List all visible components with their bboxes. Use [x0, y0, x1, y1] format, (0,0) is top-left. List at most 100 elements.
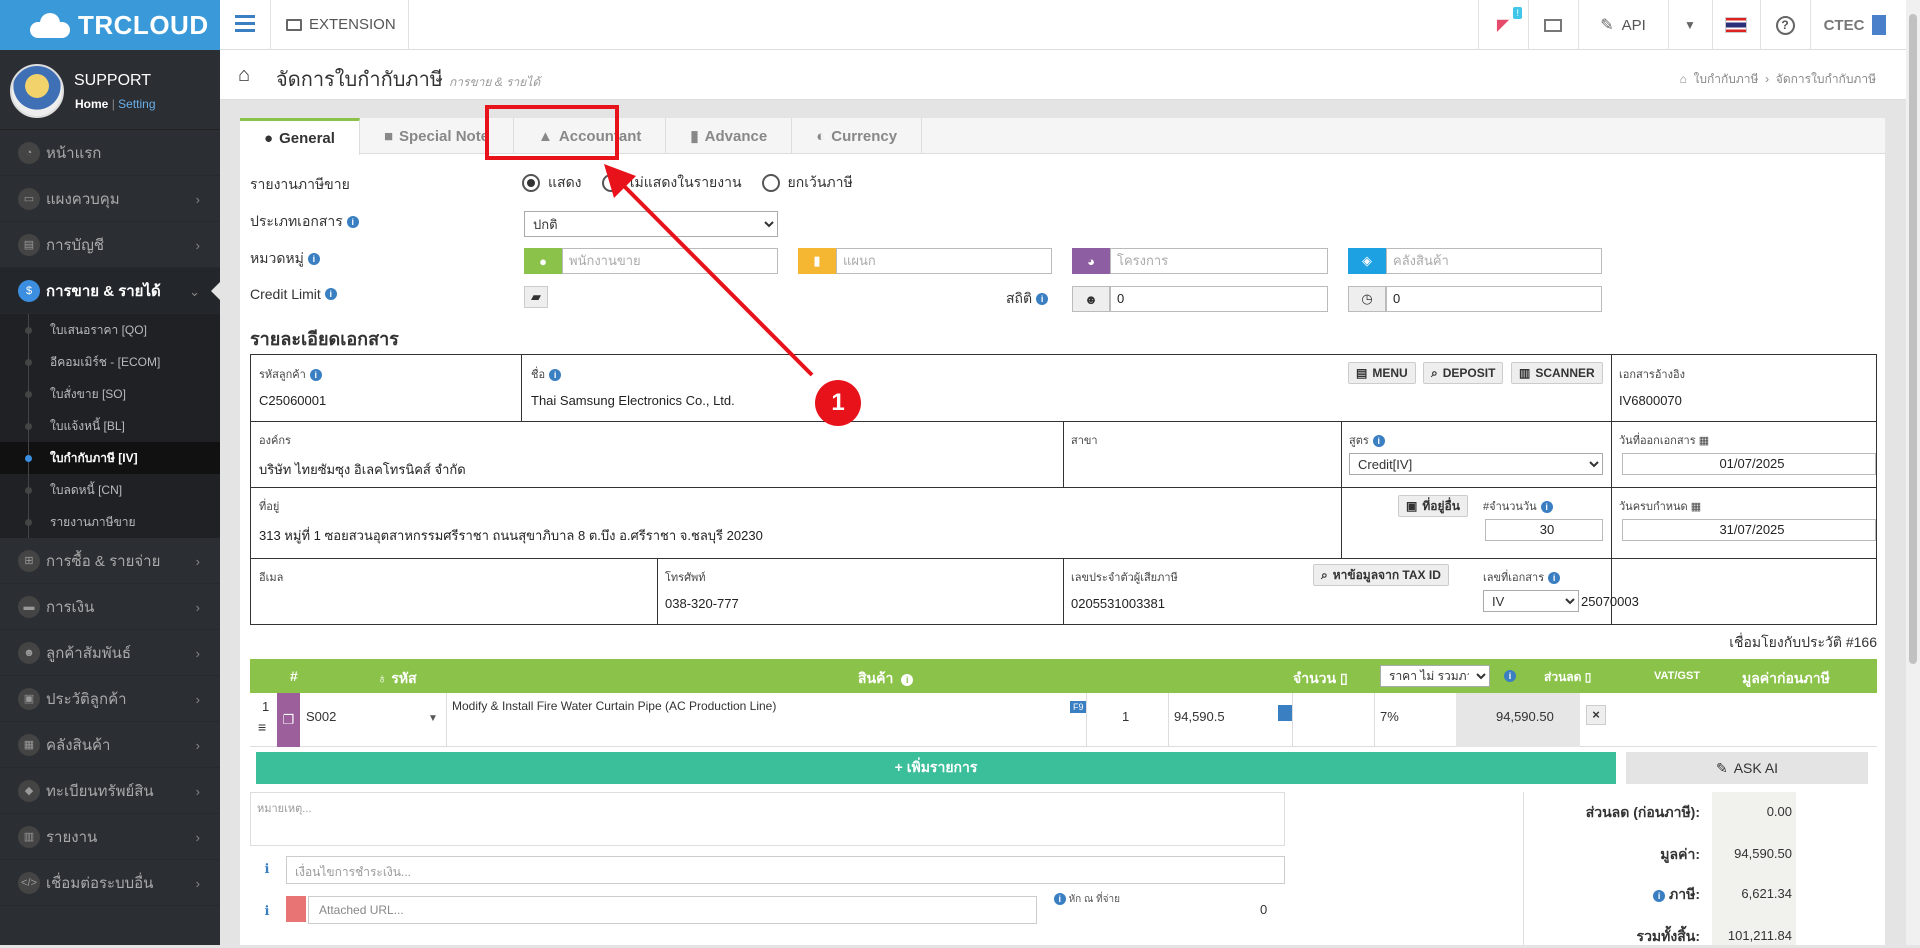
trash-icon: ▯	[1339, 670, 1348, 686]
sidebar: SUPPORT Home | Setting ◔ หน้าแรก ▭ แผงควบค…	[0, 50, 220, 945]
sidebar-item-accounting[interactable]: ▤ การบัญชี ›	[0, 222, 220, 268]
row-number: 1	[262, 699, 270, 714]
info-icon: i	[309, 369, 322, 381]
radio-tax-exempt[interactable]	[761, 174, 780, 192]
reference-value: IV6800070	[1619, 393, 1682, 408]
f9-tag[interactable]: F9	[1070, 701, 1087, 713]
sidebar-item-ecommerce[interactable]: อีคอมเมิร์ช - [ECOM]	[0, 346, 220, 378]
remove-row-icon[interactable]: ×	[1586, 705, 1606, 725]
doc-prefix-select[interactable]: IV	[1483, 590, 1579, 612]
value-value: 94,590.50	[1734, 846, 1792, 861]
phone-value[interactable]: 038-320-777	[665, 596, 739, 611]
folder-open-icon[interactable]: ▰	[524, 286, 548, 308]
sidebar-item-billing[interactable]: ใบแจ้งหนี้ [BL]	[0, 410, 220, 442]
copy-icon[interactable]: ❐	[277, 693, 300, 747]
info-square-icon: ▮	[690, 128, 699, 145]
mail-button[interactable]	[1528, 0, 1578, 50]
notification-button[interactable]: ◤ !	[1478, 0, 1528, 50]
attached-url-input[interactable]: Attached URL...	[308, 896, 1037, 924]
drag-handle-icon[interactable]: ≡	[258, 719, 266, 735]
sidebar-item-inventory[interactable]: ▦ คลังสินค้า ›	[0, 722, 220, 768]
item-vat[interactable]: 7%	[1380, 709, 1399, 724]
project-input[interactable]: โครงการ	[1110, 248, 1328, 274]
tab-advance[interactable]: ▮ Advance	[666, 118, 793, 154]
other-address-button[interactable]: ▣ ที่อยู่อื่น	[1398, 495, 1468, 517]
sidebar-item-control-panel[interactable]: ▭ แผงควบคุม ›	[0, 176, 220, 222]
linked-history-text[interactable]: เชื่อมโยงกับประวัติ #166	[1729, 632, 1877, 654]
thai-flag-icon	[1725, 17, 1747, 33]
sidebar-item-purchase[interactable]: ⊞ การซื้อ & รายจ่าย ›	[0, 538, 220, 584]
item-product[interactable]: Modify & Install Fire Water Curtain Pipe…	[452, 699, 776, 713]
address-value[interactable]: 313 หมู่ที่ 1 ซอยสวนอุตสาหกรรมศรีราชา ถน…	[259, 525, 763, 546]
radio-show[interactable]	[522, 174, 540, 192]
department-input[interactable]: แผนก	[836, 248, 1052, 274]
tax-lookup-button[interactable]: ⌕ หาข้อมูลจาก TAX ID	[1313, 564, 1449, 586]
setting-link[interactable]: Setting	[118, 97, 155, 111]
calculator-icon[interactable]	[1278, 705, 1292, 721]
avatar[interactable]	[10, 64, 64, 118]
days-input[interactable]: 30	[1485, 519, 1603, 541]
deposit-button[interactable]: ⌕ DEPOSIT	[1423, 362, 1504, 384]
warehouse-input[interactable]: คลังสินค้า	[1386, 248, 1602, 274]
sidebar-item-sales-order[interactable]: ใบสั่งขาย [SO]	[0, 378, 220, 410]
home-link[interactable]: Home	[75, 97, 108, 111]
item-qty[interactable]: 1	[1122, 709, 1129, 724]
breadcrumb-current: จัดการใบกำกับภาษี	[1775, 72, 1876, 86]
item-code[interactable]: S002	[306, 709, 336, 724]
sidebar-item-integrations[interactable]: </> เชื่อมต่อระบบอื่น ›	[0, 860, 220, 906]
page-scrollbar[interactable]	[1906, 0, 1920, 945]
scanner-button[interactable]: ▥ SCANNER	[1511, 362, 1603, 384]
department-icon: ▮	[798, 248, 836, 274]
sidebar-item-assets[interactable]: ◆ ทะเบียนทรัพย์สิน ›	[0, 768, 220, 814]
caret-down-icon[interactable]: ▼	[428, 713, 438, 724]
dropbox-icon[interactable]	[286, 896, 306, 922]
language-button[interactable]	[1712, 0, 1760, 50]
sidebar-item-home[interactable]: ◔ หน้าแรก	[0, 130, 220, 176]
phone-label: โทรศัพท์	[665, 572, 706, 584]
sidebar-item-crm[interactable]: ☻ ลูกค้าสัมพันธ์ ›	[0, 630, 220, 676]
sidebar-item-reports[interactable]: ▥ รายงาน ›	[0, 814, 220, 860]
tab-general[interactable]: ● General	[240, 118, 360, 155]
trcloud-logo[interactable]: TRCLOUD	[0, 0, 220, 50]
dropdown-button[interactable]: ▼	[1668, 0, 1712, 50]
customer-name[interactable]: Thai Samsung Electronics Co., Ltd.	[531, 393, 735, 408]
sidebar-item-customer-history[interactable]: ▣ ประวัติลูกค้า ›	[0, 676, 220, 722]
extension-button[interactable]: EXTENSION	[286, 16, 396, 33]
radio-hide[interactable]	[601, 174, 620, 192]
sidebar-item-sales[interactable]: $ การขาย & รายได้ ⌄	[0, 268, 220, 314]
user-icon: ●	[524, 248, 562, 274]
users-icon: ☻	[1072, 286, 1110, 312]
doc-type-select[interactable]: ปกติ	[524, 211, 778, 237]
formula-select[interactable]: Credit[IV]	[1349, 453, 1603, 475]
tax-id-value[interactable]: 0205531003381	[1071, 596, 1165, 611]
doc-section-title: รายละเอียดเอกสาร	[250, 329, 399, 349]
help-button[interactable]: ?	[1760, 0, 1810, 50]
menu-button[interactable]: ▤ MENU	[1348, 362, 1416, 384]
credit-limit-label: Credit Limit i	[250, 286, 337, 302]
sidebar-item-credit-note[interactable]: ใบลดหนี้ [CN]	[0, 474, 220, 506]
ask-ai-button[interactable]: ✎ ASK AI	[1626, 752, 1868, 784]
payment-terms-input[interactable]: เงื่อนไขการชำระเงิน...	[286, 856, 1285, 884]
home-icon[interactable]: ⌂	[238, 64, 250, 87]
price-mode-select[interactable]: ราคา ไม่ รวมภาษี	[1380, 665, 1490, 687]
salesperson-input[interactable]: พนักงานขาย	[562, 248, 778, 274]
menu-toggle-icon[interactable]	[235, 15, 255, 33]
sidebar-item-sales-tax-report[interactable]: รายงานภาษีขาย	[0, 506, 220, 538]
tab-currency[interactable]: ◐ Currency	[792, 118, 923, 154]
due-date-input[interactable]: 31/07/2025	[1622, 519, 1876, 541]
breadcrumb-tax-invoice[interactable]: ใบกำกับภาษี	[1694, 72, 1759, 86]
sidebar-item-finance[interactable]: ▬ การเงิน ›	[0, 584, 220, 630]
sidebar-item-quotation[interactable]: ใบเสนอราคา [QO]	[0, 314, 220, 346]
note-textarea[interactable]: หมายเหตุ...	[250, 792, 1285, 846]
issue-date-input[interactable]: 01/07/2025	[1622, 453, 1876, 475]
item-price[interactable]: 94,590.5	[1174, 709, 1225, 724]
customer-code[interactable]: C25060001	[259, 393, 326, 408]
add-item-button[interactable]: + เพิ่มรายการ	[256, 752, 1616, 784]
info-icon: i	[324, 288, 337, 300]
cube-icon: ◈	[1348, 248, 1386, 274]
company-button[interactable]: CTEC	[1810, 0, 1900, 50]
api-button[interactable]: ✎ API	[1578, 0, 1668, 50]
sidebar-item-tax-invoice[interactable]: ใบกำกับภาษี [IV]	[0, 442, 220, 474]
item-amount: 94,590.50	[1496, 709, 1554, 724]
items-table-header: # ♁ รหัส สินค้า i จำนวน ▯ ราคา ไม่ รวมภา…	[250, 659, 1877, 693]
